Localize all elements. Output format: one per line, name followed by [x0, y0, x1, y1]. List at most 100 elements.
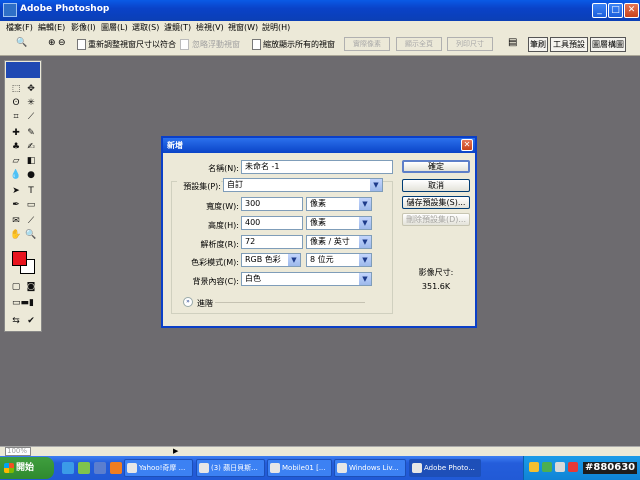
color-mode-select[interactable]: RGB 色彩 ▼: [241, 253, 301, 267]
title-bar: Adobe Photoshop _ □ ✕: [0, 0, 640, 21]
actual-pixels-button[interactable]: 實際像素: [344, 37, 390, 51]
path-selection-tool-icon[interactable]: ➤: [9, 185, 23, 197]
messenger-quicklaunch-icon[interactable]: [78, 462, 90, 474]
healing-brush-tool-icon[interactable]: ✚: [9, 127, 23, 139]
jump-to-imageready-icon[interactable]: ⇆: [9, 315, 23, 327]
advanced-label[interactable]: 進階: [197, 298, 213, 309]
pen-tool-icon[interactable]: ✒: [9, 199, 23, 211]
slice-tool-icon[interactable]: ⟋: [24, 111, 38, 123]
menu-edit[interactable]: 編輯(E): [38, 22, 65, 33]
resolution-unit-select[interactable]: 像素 / 英寸 ▼: [306, 235, 372, 249]
quick-mask-icon[interactable]: ◙: [24, 281, 38, 293]
zoom-level[interactable]: 100%: [5, 447, 31, 456]
marquee-tool-icon[interactable]: ⬚: [9, 83, 23, 95]
preset-select[interactable]: 自訂 ▼: [223, 178, 383, 192]
menu-filter[interactable]: 濾鏡(T): [164, 22, 191, 33]
background-select[interactable]: 白色 ▼: [241, 272, 372, 286]
notes-tool-icon[interactable]: ✉: [9, 215, 23, 227]
width-unit-select[interactable]: 像素 ▼: [306, 197, 372, 211]
dialog-close-button[interactable]: ✕: [461, 139, 473, 151]
history-brush-tool-icon[interactable]: ✍: [24, 141, 38, 153]
task-label: Yahoo!奇摩 ...: [139, 464, 186, 472]
zoom-all-label: 縮放顯示所有的視窗: [263, 40, 335, 49]
magic-wand-tool-icon[interactable]: ✳: [24, 97, 38, 109]
file-browser-icon[interactable]: ▤: [508, 37, 517, 48]
cancel-button[interactable]: 取消: [402, 179, 470, 192]
taskbar-item-apple-daily[interactable]: (3) 蘋日貝斯...: [196, 459, 265, 477]
width-field[interactable]: 300: [241, 197, 303, 211]
zoom-tool-icon[interactable]: 🔍: [16, 38, 27, 48]
background-value: 白色: [245, 274, 261, 283]
maximize-button[interactable]: □: [608, 3, 623, 18]
foreground-color-swatch[interactable]: [12, 251, 27, 266]
network-icon[interactable]: [542, 462, 552, 472]
dodge-tool-icon[interactable]: ●: [24, 169, 38, 181]
lasso-tool-icon[interactable]: ʘ: [9, 97, 23, 109]
resolution-field[interactable]: 72: [241, 235, 303, 249]
eraser-tool-icon[interactable]: ▱: [9, 155, 23, 167]
new-document-dialog: 新增 ✕ 名稱(N): 未命名 -1 預設集(P): 自訂 ▼ 寬度(W): 3…: [161, 136, 477, 328]
eyedropper-tool-icon[interactable]: ⟋: [24, 215, 38, 227]
taskbar-item-photoshop[interactable]: Adobe Photo...: [409, 459, 481, 477]
menu-file[interactable]: 檔案(F): [6, 22, 33, 33]
palette-tab-layer-comps[interactable]: 圖層構圖: [590, 37, 626, 52]
zoom-out-icon[interactable]: ⊖: [58, 38, 66, 48]
task-label: (3) 蘋日貝斯...: [211, 464, 258, 472]
screen-mode-icons[interactable]: ▭▬▮: [5, 297, 41, 309]
blur-tool-icon[interactable]: 💧: [9, 169, 23, 181]
name-field[interactable]: 未命名 -1: [241, 160, 393, 174]
antivirus-icon[interactable]: [568, 462, 578, 472]
delete-preset-button[interactable]: 刪除預設集(D)...: [402, 213, 470, 226]
menu-select[interactable]: 選取(S): [132, 22, 159, 33]
zoom-in-icon[interactable]: ⊕: [48, 38, 56, 48]
volume-icon[interactable]: [555, 462, 565, 472]
zoom-all-checkbox[interactable]: [252, 39, 261, 50]
bit-depth-select[interactable]: 8 位元 ▼: [306, 253, 372, 267]
status-menu-arrow-icon[interactable]: ▶: [173, 447, 178, 455]
taskbar-item-windows-live[interactable]: Windows Liv...: [334, 459, 406, 477]
move-tool-icon[interactable]: ✥: [24, 83, 38, 95]
taskbar-item-yahoo[interactable]: Yahoo!奇摩 ...: [124, 459, 193, 477]
palette-tab-tool-presets[interactable]: 工具預設集: [550, 37, 588, 52]
start-button[interactable]: 開始: [0, 457, 54, 479]
minimize-button[interactable]: _: [592, 3, 607, 18]
ie-quicklaunch-icon[interactable]: [62, 462, 74, 474]
brush-tool-icon[interactable]: ✎: [24, 127, 38, 139]
resize-windows-checkbox[interactable]: [77, 39, 86, 50]
type-tool-icon[interactable]: T: [24, 185, 38, 197]
gradient-tool-icon[interactable]: ◧: [24, 155, 38, 167]
menu-layer[interactable]: 圖層(L): [101, 22, 128, 33]
palette-tab-brushes[interactable]: 筆刷: [528, 37, 548, 52]
fit-screen-button[interactable]: 顯示全頁: [396, 37, 442, 51]
desktop-quicklaunch-icon[interactable]: [94, 462, 106, 474]
menu-help[interactable]: 說明(H): [262, 22, 290, 33]
chevron-down-icon: ▼: [288, 254, 300, 266]
media-quicklaunch-icon[interactable]: [110, 462, 122, 474]
height-field[interactable]: 400: [241, 216, 303, 230]
crop-tool-icon[interactable]: ⌗: [9, 111, 23, 123]
zoom-tool-box-icon[interactable]: 🔍: [24, 229, 38, 241]
save-preset-button[interactable]: 儲存預設集(S)...: [402, 196, 470, 209]
edit-in-imageready-icon[interactable]: ✔: [24, 315, 38, 327]
height-unit-select[interactable]: 像素 ▼: [306, 216, 372, 230]
advanced-toggle-icon[interactable]: »: [183, 297, 193, 307]
menu-window[interactable]: 視窗(W): [228, 22, 258, 33]
ignore-palettes-checkbox[interactable]: [180, 39, 189, 50]
toolbox: ⬚ ✥ ʘ ✳ ⌗ ⟋ ✚ ✎ ♣ ✍ ▱ ◧ 💧 ● ➤ T ✒ ▭ ✉ ⟋ …: [4, 60, 42, 332]
print-size-button[interactable]: 列印尺寸: [447, 37, 493, 51]
standard-mode-icon[interactable]: ▢: [9, 281, 23, 293]
window-icon: [199, 463, 209, 473]
hand-tool-icon[interactable]: ✋: [9, 229, 23, 241]
ok-button[interactable]: 確定: [402, 160, 470, 173]
menu-bar: 檔案(F) 編輯(E) 影像(I) 圖層(L) 選取(S) 濾鏡(T) 檢視(V…: [0, 21, 640, 34]
menu-view[interactable]: 檢視(V): [196, 22, 224, 33]
rectangle-tool-icon[interactable]: ▭: [24, 199, 38, 211]
shield-icon[interactable]: [529, 462, 539, 472]
clone-stamp-tool-icon[interactable]: ♣: [9, 141, 23, 153]
taskbar-item-mobile01[interactable]: Mobile01 [...: [267, 459, 332, 477]
background-label: 背景內容(C):: [192, 277, 239, 286]
adobe-feather-icon[interactable]: [6, 62, 40, 78]
close-button[interactable]: ✕: [624, 3, 639, 18]
menu-image[interactable]: 影像(I): [71, 22, 96, 33]
height-label: 高度(H):: [208, 221, 239, 230]
